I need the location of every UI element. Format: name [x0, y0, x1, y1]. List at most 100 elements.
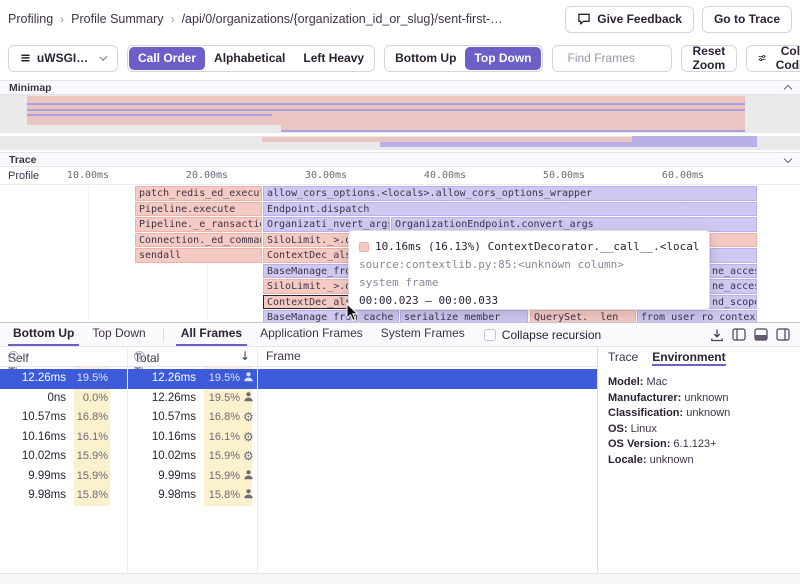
minimap-block: [281, 130, 745, 132]
frame-header[interactable]: Frame: [266, 349, 301, 363]
flame-frame[interactable]: nd_scopes: [708, 295, 757, 310]
flame-frame[interactable]: serialize_member: [400, 310, 528, 322]
time-ruler: Profile 10.00ms20.00ms30.00ms40.00ms50.0…: [0, 167, 800, 185]
table-row[interactable]: 9.98ms15.8%9.98ms15.8%›CursorWrapper.exe…: [0, 486, 598, 506]
table-row[interactable]: 10.16ms16.1%10.16ms16.1%⚙›Client._fetch_…: [0, 428, 598, 448]
color-coding-button[interactable]: Color Coding: [746, 45, 800, 72]
tab-system-frames[interactable]: System Frames: [376, 323, 470, 346]
sort-option-left-heavy[interactable]: Left Heavy: [294, 47, 373, 70]
details-tab-trace[interactable]: Trace: [608, 350, 638, 366]
panel-action-icons: [710, 328, 796, 342]
frame-color-swatch: [359, 242, 369, 252]
column-divider[interactable]: [257, 347, 258, 573]
top-bar-buttons: Give Feedback Go to Trace: [565, 6, 792, 33]
breadcrumb-item[interactable]: /api/0/organizations/{organization_id_or…: [182, 12, 503, 26]
tooltip-source: source:contextlib.py:85:<unknown column>: [359, 256, 699, 274]
field-label: Manufacturer:: [608, 392, 681, 404]
dock-right-icon[interactable]: [776, 328, 790, 341]
sorting-segment-control: Call OrderAlphabeticalLeft Heavy: [127, 45, 375, 72]
sort-option-alphabetical[interactable]: Alphabetical: [205, 47, 294, 70]
frame-filter-tabs: All Frames Application Frames System Frame…: [172, 323, 474, 346]
flame-frame[interactable]: from_user_ro_context: [637, 310, 757, 322]
collapse-recursion-label: Collapse recursion: [502, 328, 601, 342]
flame-frame[interactable]: SiloLimit._>.over: [263, 233, 349, 248]
trace-header[interactable]: Trace: [0, 152, 800, 167]
thread-selector[interactable]: ≡ uWSGIWor…: [8, 45, 118, 72]
time-tick: 30.00ms: [296, 170, 356, 181]
flamegraph-toolbar: ≡ uWSGIWor… Call OrderAlphabeticalLeft H…: [0, 38, 800, 78]
profiling-flamegraph-page: Profiling›Profile Summary›/api/0/organiz…: [0, 0, 800, 584]
table-row[interactable]: 0ns0.0%12.26ms19.5%›more_better_error_me…: [0, 389, 598, 409]
direction-option-bottom-up[interactable]: Bottom Up: [386, 47, 465, 70]
collapse-recursion-checkbox[interactable]: Collapse recursion: [484, 328, 601, 342]
flame-frame[interactable]: Pipeline._e_ransaction: [135, 217, 262, 232]
total-pct-cell: 15.9%: [204, 447, 240, 467]
reset-zoom-button[interactable]: Reset Zoom: [681, 45, 738, 72]
flame-frame[interactable]: ne_access: [708, 279, 757, 294]
tab-top-down[interactable]: Top Down: [87, 323, 150, 346]
horizontal-scrollbar[interactable]: [0, 573, 800, 584]
table-row[interactable]: 9.99ms15.9%9.99ms15.9%›CursorWrapper.exe…: [0, 467, 598, 487]
time-tick: 20.00ms: [177, 170, 237, 181]
details-tab-environment[interactable]: Environment: [652, 350, 725, 366]
chevron-up-icon[interactable]: [784, 85, 792, 93]
table-row[interactable]: 12.26ms19.5%12.26ms19.5%›CursorWrapper.e…: [0, 369, 598, 389]
environment-field: Model: Mac: [608, 375, 800, 391]
download-icon[interactable]: [710, 328, 724, 342]
total-time-cell: 10.02ms: [128, 447, 196, 467]
minimap-header[interactable]: Minimap: [0, 80, 800, 95]
person-icon: [243, 371, 254, 382]
flame-frame[interactable]: Connection._ed_command: [135, 233, 262, 248]
tooltip-title: 10.16ms (16.13%) ContextDecorator.__call…: [359, 238, 699, 256]
dock-bottom-icon[interactable]: [754, 328, 768, 341]
sort-option-call-order[interactable]: Call Order: [129, 47, 205, 70]
self-pct-cell: 15.8%: [74, 486, 108, 506]
flame-frame[interactable]: Endpoint.dispatch: [263, 202, 757, 217]
total-time-cell: 10.16ms: [128, 428, 196, 448]
flame-frame[interactable]: ContextDec_als>.i: [263, 295, 349, 310]
minimap-canvas[interactable]: [0, 95, 800, 150]
give-feedback-button[interactable]: Give Feedback: [565, 6, 694, 33]
flame-frame[interactable]: QuerySet.__len__: [530, 310, 636, 322]
time-tick: 40.00ms: [415, 170, 475, 181]
flamegraph-canvas[interactable]: patch_redis_ed_executeallow_cors_options…: [0, 185, 800, 322]
flame-frame[interactable]: BaseManage_from_c: [263, 264, 349, 279]
tab-all-frames[interactable]: All Frames: [176, 323, 247, 346]
breadcrumb-item[interactable]: Profiling: [8, 12, 53, 26]
user-frame-icon: [243, 369, 257, 389]
flame-frame[interactable]: sendall: [135, 248, 262, 263]
give-feedback-label: Give Feedback: [597, 12, 682, 26]
flame-frame[interactable]: patch_redis_ed_execute: [135, 186, 262, 201]
column-divider[interactable]: [127, 347, 128, 573]
flame-frame[interactable]: [710, 233, 757, 248]
time-tick: 50.00ms: [534, 170, 594, 181]
flame-frame[interactable]: SiloLimit._>.over: [263, 279, 349, 294]
tab-application-frames[interactable]: Application Frames: [255, 323, 368, 346]
checkbox-box[interactable]: [484, 329, 496, 341]
flame-frame[interactable]: BaseManage_from_cache: [263, 310, 399, 322]
breadcrumb: Profiling›Profile Summary›/api/0/organiz…: [8, 12, 565, 26]
total-time-cell: 12.26ms: [128, 369, 196, 389]
chevron-down-icon[interactable]: [784, 154, 792, 162]
field-label: Locale:: [608, 454, 647, 466]
self-pct-cell: 19.5%: [74, 369, 108, 389]
table-row[interactable]: 10.02ms15.9%10.02ms15.9%⚙›Signer.unsign_…: [0, 447, 598, 467]
find-frames-search[interactable]: [552, 45, 672, 72]
flame-frame[interactable]: Pipeline.execute: [135, 202, 262, 217]
flame-frame[interactable]: [710, 248, 757, 263]
self-time-cell: 9.98ms: [0, 486, 66, 506]
flame-frame[interactable]: ContextDec_als>.i: [263, 248, 349, 263]
self-time-cell: 12.26ms: [0, 369, 66, 389]
table-row[interactable]: 10.57ms16.8%10.57ms16.8%⚙›sendall: [0, 408, 598, 428]
go-to-trace-button[interactable]: Go to Trace: [702, 6, 792, 33]
user-frame-icon: [243, 467, 257, 487]
tab-bottom-up[interactable]: Bottom Up: [8, 323, 79, 346]
flame-frame[interactable]: ne_access: [708, 264, 757, 279]
breadcrumb-item[interactable]: Profile Summary: [71, 12, 163, 26]
self-time-cell: 10.02ms: [0, 447, 66, 467]
sort-desc-icon[interactable]: ↓: [240, 349, 250, 363]
flame-frame[interactable]: allow_cors_options.<locals>.allow_cors_o…: [263, 186, 757, 201]
dock-left-icon[interactable]: [732, 328, 746, 341]
direction-option-top-down[interactable]: Top Down: [465, 47, 540, 70]
tooltip-time-range: 00:00.023 — 00:00.033: [359, 292, 699, 310]
